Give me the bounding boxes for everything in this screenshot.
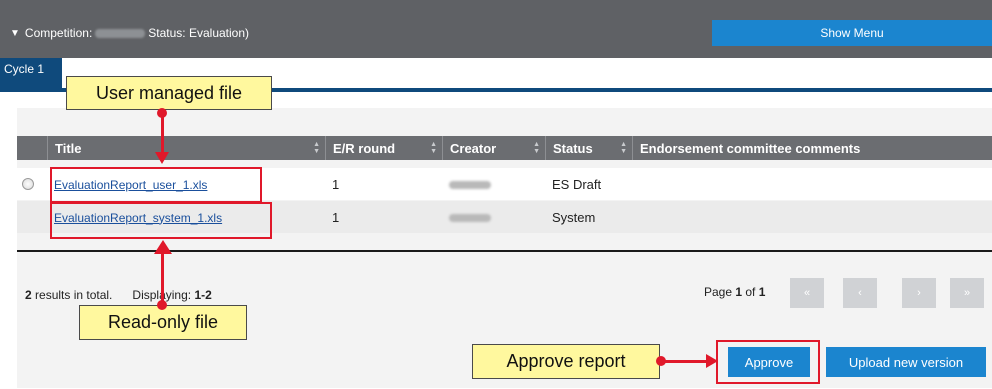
callout-read-only: Read-only file [79,305,247,340]
status-cell: System [552,209,596,225]
column-header-creator[interactable]: Creator ▲ ▼ [442,136,545,160]
sort-icon: ▲ ▼ [313,141,320,155]
callout-connector [664,360,710,363]
top-bar: ▼ Competition: Status: Evaluation) Show … [0,0,992,58]
highlight-user-file [50,167,262,203]
round-cell: 1 [332,176,340,192]
sort-icon: ▲ ▼ [620,141,627,155]
competition-header[interactable]: ▼ Competition: Status: Evaluation) [10,26,249,40]
prev-page-button[interactable]: ‹ [843,278,877,308]
chevron-down-icon: ▼ [10,27,20,39]
tab-cycle-1[interactable]: Cycle 1 [0,58,62,88]
upload-new-version-button[interactable]: Upload new version [826,347,986,377]
column-header-status[interactable]: Status ▲ ▼ [545,136,632,160]
callout-connector [161,114,164,154]
next-page-button[interactable]: › [902,278,936,308]
callout-anchor-dot [656,356,666,366]
callout-connector [161,253,164,303]
redacted-competition-id [95,28,146,38]
arrow-up-icon [154,240,172,254]
highlight-system-file [50,202,272,239]
sort-icon: ▲ ▼ [533,141,540,155]
callout-approve-report: Approve report [472,344,660,379]
redacted-creator [449,180,491,189]
sort-icon: ▲ ▼ [430,141,437,155]
page-indicator: Page 1 of 1 [704,285,766,299]
callout-anchor-dot [157,300,167,310]
row-select-radio[interactable] [22,178,34,190]
results-summary: 2 results in total. Displaying: 1-2 [25,288,212,302]
first-page-button[interactable]: « [790,278,824,308]
callout-anchor-dot [157,108,167,118]
competition-label: Competition: [24,26,93,40]
highlight-approve [716,340,820,384]
callout-user-managed: User managed file [66,76,272,110]
column-header-comments: Endorsement committee comments [632,136,992,160]
last-page-button[interactable]: » [950,278,984,308]
arrow-down-icon [155,152,169,164]
column-header-title[interactable]: Title ▲ ▼ [47,136,325,160]
show-menu-button[interactable]: Show Menu [712,20,992,46]
redacted-creator [449,213,491,222]
select-column-header [17,136,47,160]
round-cell: 1 [332,209,340,225]
competition-status: Status: Evaluation) [148,26,250,40]
column-header-er-round[interactable]: E/R round ▲ ▼ [325,136,442,160]
status-cell: ES Draft [552,176,602,192]
